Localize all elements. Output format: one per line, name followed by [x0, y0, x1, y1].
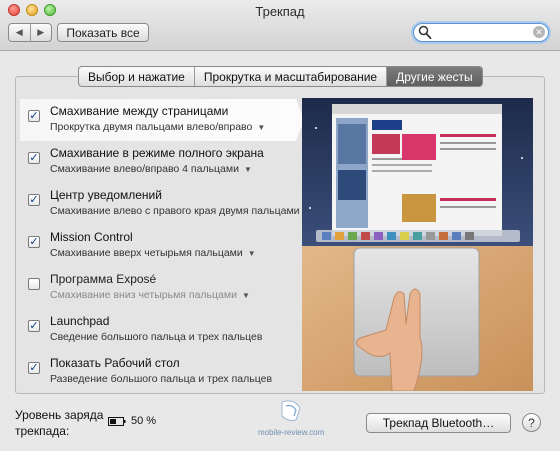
battery-level-value: 50 % — [131, 415, 157, 427]
tab-point-and-click[interactable]: Выбор и нажатие — [79, 67, 195, 86]
gesture-title: Смахивание между страницами — [50, 104, 229, 118]
preview-illustration — [302, 98, 533, 391]
tab-scroll-and-zoom[interactable]: Прокрутка и масштабирование — [195, 67, 388, 86]
show-all-button[interactable]: Показать все — [57, 23, 149, 42]
launchpad-checkbox[interactable]: ✓ — [28, 320, 40, 332]
search-input[interactable] — [434, 25, 528, 39]
dropdown-arrow-icon: ▼ — [243, 165, 252, 174]
gesture-preview-video — [302, 98, 533, 391]
battery-level-label: Уровень заряда трекпада: — [15, 408, 104, 438]
gesture-option-dropdown[interactable]: Смахивание вниз четырьмя пальцами ▼ — [50, 289, 250, 301]
gesture-title: Показать Рабочий стол — [50, 356, 180, 370]
gesture-title: Mission Control — [50, 230, 133, 244]
gesture-description: Сведение большого пальца и трех пальцев — [50, 331, 263, 343]
chevron-right-icon: ▶ — [37, 27, 45, 37]
back-forward-control: ◀ ▶ — [8, 23, 52, 42]
gesture-title: Смахивание в режиме полного экрана — [50, 146, 264, 160]
bluetooth-trackpad-button[interactable]: Трекпад Bluetooth… — [366, 413, 511, 433]
gesture-option-dropdown[interactable]: Прокрутка двумя пальцами влево/вправо ▼ — [50, 121, 265, 133]
window-title: Трекпад — [255, 4, 305, 19]
gesture-description: Разведение большого пальца и трех пальце… — [50, 373, 273, 385]
tab-more-gestures[interactable]: Другие жесты — [387, 67, 482, 86]
help-button[interactable]: ? — [522, 413, 541, 432]
battery-icon — [108, 417, 126, 426]
show-desktop-checkbox[interactable]: ✓ — [28, 362, 40, 374]
chevron-left-icon: ◀ — [15, 27, 23, 37]
gesture-option-dropdown[interactable]: Смахивание вверх четырьмя пальцами ▼ — [50, 247, 256, 259]
expose-checkbox[interactable] — [28, 278, 40, 290]
gesture-title: Launchpad — [50, 314, 110, 328]
clear-search-icon[interactable]: ✕ — [533, 26, 545, 38]
dropdown-arrow-icon: ▼ — [241, 291, 250, 300]
window-titlebar: Трекпад ◀ ▶ Показать все ✕ — [0, 0, 560, 51]
dropdown-arrow-icon: ▼ — [257, 123, 266, 132]
mission-control-checkbox[interactable]: ✓ — [28, 236, 40, 248]
search-icon — [418, 25, 432, 40]
gesture-option-dropdown[interactable]: Смахивание влево/вправо 4 пальцами ▼ — [50, 163, 252, 175]
forward-button[interactable]: ▶ — [31, 24, 52, 41]
tab-bar: Выбор и нажатие Прокрутка и масштабирова… — [78, 66, 483, 87]
gesture-description: Смахивание влево с правого края двумя па… — [50, 205, 300, 217]
swipe-pages-checkbox[interactable]: ✓ — [28, 110, 40, 122]
help-icon: ? — [528, 415, 535, 430]
dropdown-arrow-icon: ▼ — [247, 249, 256, 258]
swipe-fullscreen-checkbox[interactable]: ✓ — [28, 152, 40, 164]
notification-center-checkbox[interactable]: ✓ — [28, 194, 40, 206]
watermark-text: mobile-review.com — [258, 428, 325, 437]
gesture-title: Программа Exposé — [50, 272, 157, 286]
gesture-title: Центр уведомлений — [50, 188, 162, 202]
back-button[interactable]: ◀ — [9, 24, 31, 41]
search-field[interactable]: ✕ — [413, 23, 549, 42]
